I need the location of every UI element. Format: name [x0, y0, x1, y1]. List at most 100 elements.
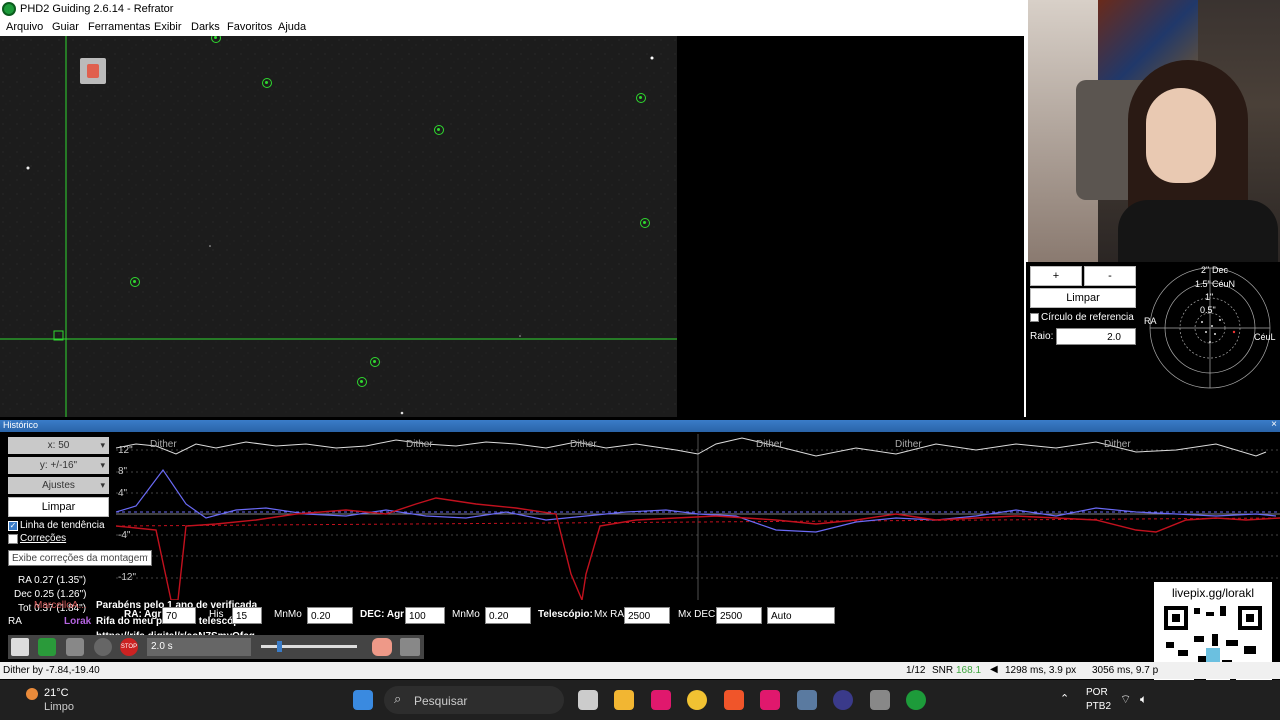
weather-desc: Limpo — [44, 701, 74, 713]
dither-label: Dither — [1104, 439, 1131, 450]
star-marker — [357, 377, 367, 387]
zoom-out-button[interactable]: - — [1084, 266, 1136, 286]
zoom-in-button[interactable]: + — [1030, 266, 1082, 286]
trend-label: Linha de tendência — [20, 520, 105, 531]
menu-exibir[interactable]: Exibir — [154, 21, 182, 33]
menu-arquivo[interactable]: Arquivo — [6, 21, 43, 33]
close-icon[interactable]: × — [1271, 419, 1277, 430]
x-scale-select[interactable]: x: 50 — [8, 437, 109, 454]
pulse-ra: 1298 ms, 3.9 px — [1005, 665, 1077, 676]
mnmo-ra-input[interactable]: 0.20 — [307, 607, 353, 624]
overlay-icon[interactable] — [80, 58, 106, 84]
file-explorer-icon[interactable] — [614, 690, 634, 710]
ra-agr-input[interactable]: 70 — [162, 607, 196, 624]
gamma-slider[interactable] — [261, 641, 357, 652]
menu-favoritos[interactable]: Favoritos — [227, 21, 272, 33]
target-r2: 2" — [1201, 265, 1210, 275]
y-tick-12: 12" — [118, 445, 133, 456]
radius-label: Raio: — [1030, 331, 1054, 342]
window-title: PHD2 Guiding 2.6.14 - Refrator — [20, 3, 174, 15]
camera-view[interactable] — [0, 36, 677, 417]
volume-icon[interactable]: 🔈︎ — [1140, 692, 1147, 707]
tools-icon[interactable] — [400, 638, 420, 656]
history-titlebar: Histórico × — [0, 419, 1280, 432]
menu-ferramentas[interactable]: Ferramentas — [88, 21, 150, 33]
pulse-dec: 3056 ms, 9.7 p — [1092, 665, 1159, 676]
windows-taskbar: 21°C Limpo ⌕ Pesquisar ⌃ POR PTB2 ⌔ 🔈︎ — [0, 680, 1280, 720]
history-graph — [116, 434, 1280, 600]
corrections-checkbox[interactable] — [8, 534, 18, 544]
wifi-icon[interactable]: ⌔ — [1120, 692, 1131, 707]
camera-unused-area — [677, 36, 1024, 417]
person-face — [1146, 88, 1216, 183]
app-icon[interactable] — [797, 690, 817, 710]
history-panel: x: 50 y: +/-16" Ajustes Limpar ✓ Linha d… — [0, 432, 1280, 662]
telescope-label: Telescópio: — [538, 609, 593, 620]
connect-icon[interactable] — [11, 638, 29, 656]
search-text: Pesquisar — [414, 694, 468, 708]
trend-checkbox[interactable]: ✓ — [8, 521, 18, 531]
ra-rms: RA 0.27 (1.35") — [18, 575, 87, 586]
person-shirt — [1118, 200, 1278, 262]
y-scale-select[interactable]: y: +/-16" — [8, 457, 109, 474]
app-icon[interactable] — [760, 690, 780, 710]
guide-mode-select[interactable]: Auto — [767, 607, 835, 624]
mx-dec-input[interactable]: 2500 — [716, 607, 762, 624]
exposure-select[interactable]: 2.0 s — [147, 638, 251, 656]
clear-history-button[interactable]: Limpar — [8, 497, 109, 517]
mx-ra-label: Mx RA — [594, 609, 624, 620]
dither-label: Dither — [150, 439, 177, 450]
weather-icon[interactable] — [26, 688, 38, 700]
lang-layout: PTB2 — [1086, 701, 1112, 712]
main-toolbar: STOP 2.0 s — [8, 635, 424, 659]
star-field — [0, 36, 677, 417]
status-bar: Dither by -7.84,-19.40 1/12 SNR 168.1 ◀ … — [0, 662, 1280, 679]
target-r15: 1.5" — [1195, 279, 1211, 289]
autostar-icon[interactable] — [66, 638, 84, 656]
stellarium-icon[interactable] — [833, 690, 853, 710]
ref-circle-checkbox[interactable] — [1030, 313, 1039, 322]
chrome-icon[interactable] — [687, 690, 707, 710]
clear-target-button[interactable]: Limpar — [1030, 288, 1136, 308]
guide-icon[interactable] — [94, 638, 112, 656]
title-bar: PHD2 Guiding 2.6.14 - Refrator — [0, 0, 1028, 19]
dec-agr-label: DEC: Agr — [360, 609, 405, 620]
target-ceul-label: CéuL — [1254, 332, 1276, 342]
chevron-up-icon[interactable]: ⌃ — [1060, 692, 1069, 705]
radius-input[interactable]: 2.0 — [1056, 328, 1136, 345]
target-r05: 0.5" — [1200, 305, 1216, 315]
brave-icon[interactable] — [724, 690, 744, 710]
adjust-select[interactable]: Ajustes — [8, 477, 109, 494]
dither-label: Dither — [756, 439, 783, 450]
y-tick-4: 4" — [118, 488, 128, 499]
dec-agr-input[interactable]: 100 — [405, 607, 445, 624]
target-panel: + - Limpar Círculo de referencia Raio: 2… — [1026, 262, 1280, 417]
status-message: Dither by -7.84,-19.40 — [3, 665, 100, 676]
brain-icon[interactable] — [372, 638, 392, 656]
phd2-taskbar-icon[interactable] — [906, 690, 926, 710]
app-icon[interactable] — [870, 690, 890, 710]
dither-label: Dither — [570, 439, 597, 450]
snr-value: 168.1 — [956, 665, 982, 676]
phd2-app-icon — [2, 2, 16, 16]
star-marker — [370, 357, 380, 367]
ra-agr-label: RA: Agr — [124, 609, 162, 620]
dither-label: Dither — [895, 439, 922, 450]
stop-icon[interactable]: STOP — [120, 638, 138, 656]
menu-guiar[interactable]: Guiar — [52, 21, 79, 33]
windows-start-icon[interactable] — [353, 690, 373, 710]
app-icon[interactable] — [651, 690, 671, 710]
taskbar-search[interactable]: ⌕ Pesquisar — [384, 686, 564, 714]
loop-icon[interactable] — [38, 638, 56, 656]
menu-darks[interactable]: Darks — [191, 21, 220, 33]
menu-bar: Arquivo Guiar Ferramentas Exibir Darks F… — [0, 19, 1028, 36]
his-input[interactable]: 15 — [232, 607, 262, 624]
mnmo-dec-input[interactable]: 0.20 — [485, 607, 531, 624]
mx-ra-input[interactable]: 2500 — [624, 607, 670, 624]
menu-ajuda[interactable]: Ajuda — [278, 21, 306, 33]
task-view-icon[interactable] — [578, 690, 598, 710]
gamma-slider-thumb[interactable] — [277, 641, 282, 652]
search-icon: ⌕ — [394, 691, 402, 706]
lang-code: POR — [1086, 687, 1108, 698]
target-ra-label: RA — [1144, 316, 1157, 326]
